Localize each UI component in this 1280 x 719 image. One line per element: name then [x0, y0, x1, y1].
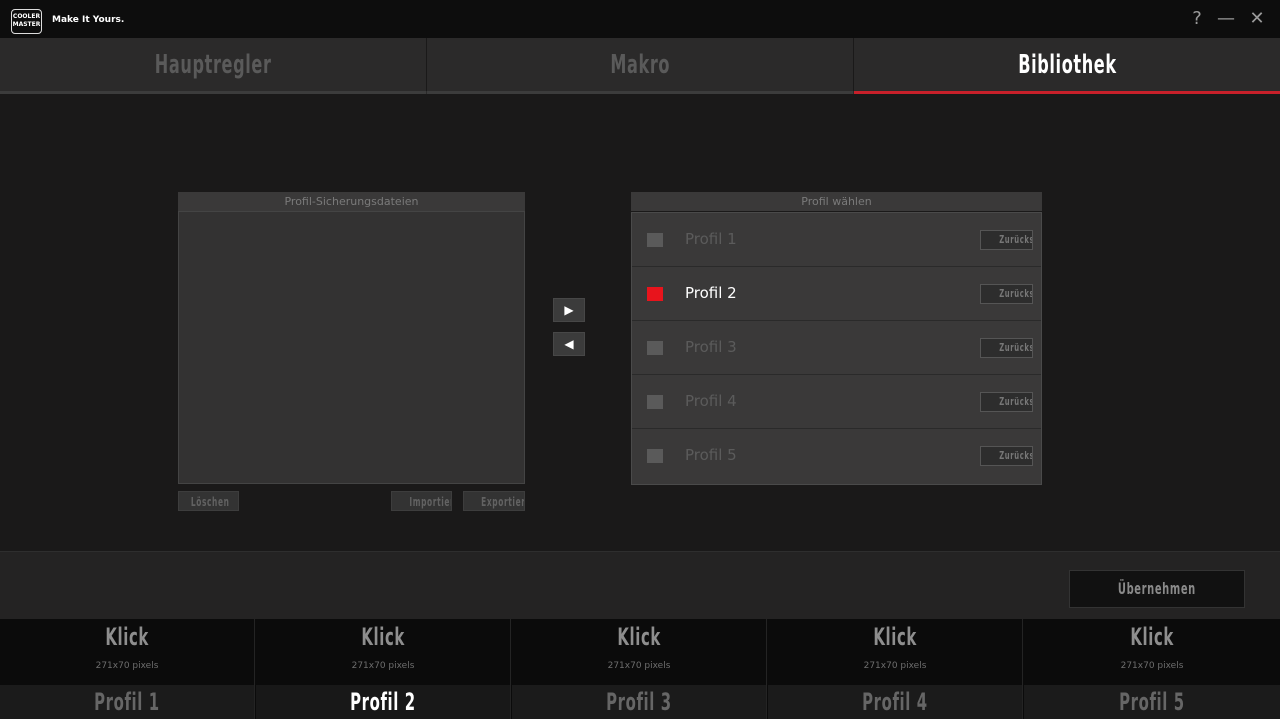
profile-name: Profil 4 — [685, 392, 737, 410]
cooler-master-logo: COOLER MASTER — [11, 9, 42, 34]
profile-checkbox[interactable] — [647, 395, 663, 409]
reset-label: Zurücksetzen — [999, 233, 1032, 246]
import-label: Importieren — [409, 495, 451, 509]
reset-label: Zurücksetzen — [999, 287, 1032, 300]
slot-label: Profil 5 — [1119, 688, 1185, 716]
tab-bibliothek[interactable]: Bibliothek — [854, 38, 1280, 94]
export-button[interactable]: Exportieren — [463, 491, 525, 511]
slot-label: Profil 2 — [350, 688, 416, 716]
profile-row-4[interactable]: Profil 4 Zurücksetzen — [632, 375, 1041, 429]
backup-file-list[interactable] — [178, 211, 525, 484]
export-label: Exportieren — [481, 495, 524, 509]
close-button[interactable]: ✕ — [1246, 8, 1268, 30]
close-icon: ✕ — [1249, 8, 1265, 29]
profile-list: Profil 1 Zurücksetzen Profil 2 Zurückset… — [631, 212, 1042, 485]
reset-label: Zurücksetzen — [999, 449, 1032, 462]
tab-hauptregler[interactable]: Hauptregler — [0, 38, 426, 94]
profile-slot-bar: Klick 271x70 pixels Profil 1 Klick 271x7… — [0, 619, 1280, 719]
profile-checkbox[interactable] — [647, 287, 663, 301]
minimize-icon: — — [1217, 8, 1235, 29]
slot-title: Klick — [105, 623, 149, 651]
copy-to-profile-button[interactable]: ▶ — [553, 298, 585, 322]
reset-button[interactable]: Zurücksetzen — [980, 284, 1033, 304]
arrow-left-icon: ◀ — [564, 337, 574, 351]
slot-label: Profil 3 — [606, 688, 672, 716]
slot-title: Klick — [617, 623, 661, 651]
slot-label: Profil 1 — [94, 688, 160, 716]
delete-label: Löschen — [190, 495, 230, 509]
reset-label: Zurücksetzen — [999, 395, 1032, 408]
title-bar: COOLER MASTER Make It Yours. ? — ✕ — [0, 0, 1280, 38]
apply-button[interactable]: Übernehmen — [1069, 570, 1245, 608]
slot-subtitle: 271x70 pixels — [351, 661, 415, 671]
reset-button[interactable]: Zurücksetzen — [980, 230, 1033, 250]
tab-label: Hauptregler — [154, 50, 272, 80]
profile-row-1[interactable]: Profil 1 Zurücksetzen — [632, 213, 1041, 267]
profile-slot-2[interactable]: Klick 271x70 pixels Profil 2 — [256, 619, 511, 719]
tab-label: Bibliothek — [1017, 50, 1117, 80]
reset-button[interactable]: Zurücksetzen — [980, 392, 1033, 412]
slot-label: Profil 4 — [862, 688, 928, 716]
profile-checkbox[interactable] — [647, 233, 663, 247]
profile-row-2[interactable]: Profil 2 Zurücksetzen — [632, 267, 1041, 321]
import-button[interactable]: Importieren — [391, 491, 452, 511]
slot-subtitle: 271x70 pixels — [95, 661, 159, 671]
profile-name: Profil 2 — [685, 284, 737, 302]
profile-slot-4[interactable]: Klick 271x70 pixels Profil 4 — [768, 619, 1023, 719]
slot-title: Klick — [873, 623, 917, 651]
profile-row-5[interactable]: Profil 5 Zurücksetzen — [632, 429, 1041, 483]
reset-label: Zurücksetzen — [999, 341, 1032, 354]
profile-row-3[interactable]: Profil 3 Zurücksetzen — [632, 321, 1041, 375]
arrow-right-icon: ▶ — [564, 303, 574, 317]
reset-button[interactable]: Zurücksetzen — [980, 338, 1033, 358]
slot-subtitle: 271x70 pixels — [863, 661, 927, 671]
profile-checkbox[interactable] — [647, 449, 663, 463]
profile-name: Profil 5 — [685, 446, 737, 464]
minimize-button[interactable]: — — [1215, 8, 1237, 30]
help-button[interactable]: ? — [1186, 8, 1208, 30]
delete-button[interactable]: Löschen — [178, 491, 239, 511]
slot-subtitle: 271x70 pixels — [1120, 661, 1184, 671]
copy-to-backup-button[interactable]: ◀ — [553, 332, 585, 356]
slot-title: Klick — [1130, 623, 1174, 651]
reset-button[interactable]: Zurücksetzen — [980, 446, 1033, 466]
main-tabs: Hauptregler Makro Bibliothek — [0, 38, 1280, 94]
tab-makro[interactable]: Makro — [427, 38, 853, 94]
profile-slot-5[interactable]: Klick 271x70 pixels Profil 5 — [1024, 619, 1280, 719]
profile-name: Profil 1 — [685, 230, 737, 248]
help-icon: ? — [1192, 8, 1202, 29]
profile-name: Profil 3 — [685, 338, 737, 356]
profile-panel-title: Profil wählen — [631, 192, 1042, 211]
profile-slot-1[interactable]: Klick 271x70 pixels Profil 1 — [0, 619, 255, 719]
slot-title: Klick — [361, 623, 405, 651]
slot-subtitle: 271x70 pixels — [607, 661, 671, 671]
tab-label: Makro — [610, 50, 670, 80]
apply-label: Übernehmen — [1118, 579, 1196, 598]
backup-panel-title: Profil-Sicherungsdateien — [178, 192, 525, 211]
tagline: Make It Yours. — [52, 15, 125, 25]
profile-slot-3[interactable]: Klick 271x70 pixels Profil 3 — [512, 619, 767, 719]
profile-checkbox[interactable] — [647, 341, 663, 355]
